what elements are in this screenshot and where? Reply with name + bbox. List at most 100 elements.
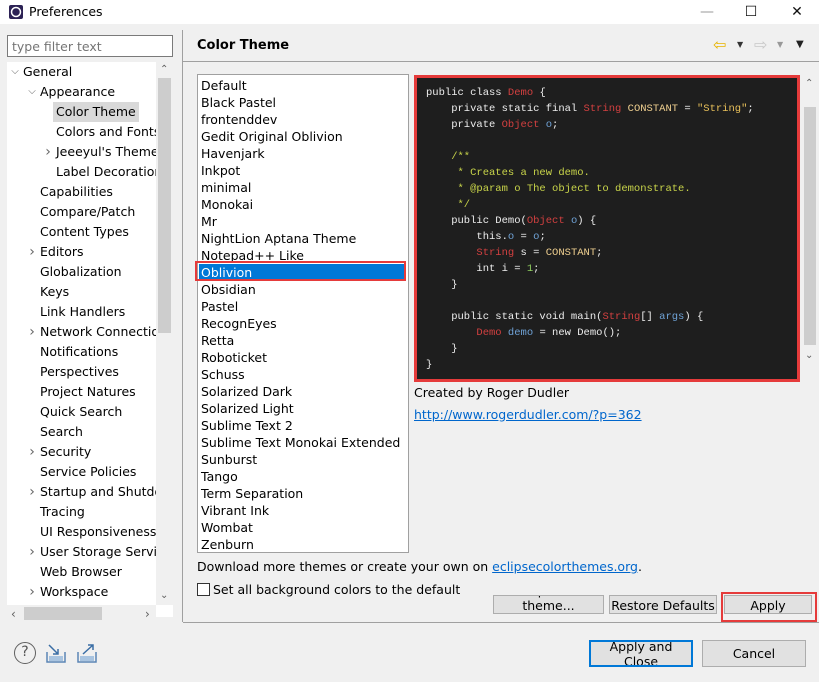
chevron-right-icon[interactable]: › xyxy=(42,142,54,162)
tree-item[interactable]: Workspace xyxy=(40,582,108,602)
theme-list-item[interactable]: Black Pastel xyxy=(201,94,276,111)
eclipsecolorthemes-link[interactable]: eclipsecolorthemes.org xyxy=(492,559,638,574)
code-line: this.o = o; xyxy=(426,229,754,245)
tree-item[interactable]: Quick Search xyxy=(40,402,122,422)
minimize-button[interactable]: — xyxy=(685,0,729,24)
theme-list-item[interactable]: Term Separation xyxy=(201,485,303,502)
tree-item[interactable]: Jeeeyul's Themes xyxy=(56,142,165,162)
bg-default-option[interactable]: Set all background colors to the default xyxy=(197,582,460,597)
tree-item[interactable]: Notifications xyxy=(40,342,118,362)
import-theme-button[interactable]: Import a theme... xyxy=(493,595,604,614)
restore-defaults-button[interactable]: Restore Defaults xyxy=(609,595,717,614)
code-token: args xyxy=(659,311,685,323)
theme-list-item[interactable]: Solarized Light xyxy=(201,400,294,417)
theme-list-item[interactable]: Sunburst xyxy=(201,451,257,468)
preview-scroll-up-icon[interactable]: ⌃ xyxy=(805,78,813,89)
scroll-left-icon[interactable]: ‹ xyxy=(11,607,16,621)
tree-item[interactable]: Search xyxy=(40,422,83,442)
theme-list-item[interactable]: Wombat xyxy=(201,519,253,536)
theme-list-item[interactable]: Zenburn xyxy=(201,536,254,552)
theme-list[interactable]: Default Black Pastel frontenddev Gedit Orig… xyxy=(197,74,409,553)
forward-dropdown-icon[interactable]: ▼ xyxy=(777,40,783,49)
theme-list-item[interactable]: Oblivion xyxy=(199,264,405,281)
chevron-right-icon[interactable]: › xyxy=(26,482,38,502)
theme-list-item[interactable]: Vibrant Ink xyxy=(201,502,269,519)
import-preferences-icon[interactable] xyxy=(45,642,67,664)
maximize-button[interactable]: ☐ xyxy=(729,0,773,24)
tree-item[interactable]: Service Policies xyxy=(40,462,136,482)
theme-list-item[interactable]: Obsidian xyxy=(201,281,256,298)
help-icon[interactable]: ? xyxy=(14,642,36,664)
tree-item[interactable]: Color Theme xyxy=(53,102,139,122)
chevron-right-icon[interactable]: › xyxy=(26,242,38,262)
tree-item[interactable]: Label Decorations xyxy=(56,162,169,182)
back-arrow-icon[interactable]: ⇦ xyxy=(713,35,726,54)
theme-list-item[interactable]: Roboticket xyxy=(201,349,267,366)
tree-item[interactable]: UI Responsiveness xyxy=(40,522,156,542)
scroll-up-icon[interactable]: ⌃ xyxy=(160,64,168,75)
theme-list-item[interactable]: Schuss xyxy=(201,366,245,383)
scroll-right-icon[interactable]: › xyxy=(145,607,150,621)
chevron-down-icon[interactable]: ⌵ xyxy=(9,62,21,82)
theme-list-item[interactable]: Monokai xyxy=(201,196,253,213)
theme-list-item[interactable]: minimal xyxy=(201,179,251,196)
preview-scroll-thumb[interactable] xyxy=(804,107,816,345)
chevron-right-icon[interactable]: › xyxy=(26,322,38,342)
tree-item[interactable]: Content Types xyxy=(40,222,129,242)
tree-item[interactable]: Globalization xyxy=(40,262,122,282)
tree-item[interactable]: General xyxy=(23,62,72,82)
theme-list-item[interactable]: Notepad++ Like xyxy=(201,247,304,264)
tree-item[interactable]: Capabilities xyxy=(40,182,113,202)
theme-list-item[interactable]: Pastel xyxy=(201,298,238,315)
tree-vertical-scroll-thumb[interactable] xyxy=(158,78,171,333)
tree-item[interactable]: User Storage Service xyxy=(40,542,172,562)
theme-list-item[interactable]: Default xyxy=(201,77,247,94)
author-link[interactable]: http://www.rogerdudler.com/?p=362 xyxy=(414,407,642,422)
tree-item[interactable]: Compare/Patch xyxy=(40,202,135,222)
tree-horizontal-scroll-thumb[interactable] xyxy=(24,607,102,620)
chevron-down-icon[interactable]: ⌵ xyxy=(26,82,38,102)
preview-scroll-down-icon[interactable]: ⌄ xyxy=(805,350,813,361)
tree-item[interactable]: Link Handlers xyxy=(40,302,125,322)
tree-item[interactable]: Appearance xyxy=(40,82,115,102)
theme-list-item[interactable]: Retta xyxy=(201,332,234,349)
theme-list-item[interactable]: Inkpot xyxy=(201,162,240,179)
tree-item[interactable]: Network Connections xyxy=(40,322,173,342)
theme-list-item[interactable]: Sublime Text 2 xyxy=(201,417,293,434)
tree-item[interactable]: Editors xyxy=(40,242,84,262)
theme-list-item[interactable]: Mr xyxy=(201,213,217,230)
theme-list-item[interactable]: Havenjark xyxy=(201,145,265,162)
pane-divider[interactable] xyxy=(182,30,183,622)
export-preferences-icon[interactable] xyxy=(76,642,98,664)
theme-list-item[interactable]: frontenddev xyxy=(201,111,277,128)
back-dropdown-icon[interactable]: ▼ xyxy=(737,40,743,49)
theme-list-item[interactable]: Sublime Text Monokai Extended xyxy=(201,434,400,451)
theme-list-item[interactable]: RecognEyes xyxy=(201,315,277,332)
tree-item[interactable]: Web Browser xyxy=(40,562,122,582)
tree-item[interactable]: Security xyxy=(40,442,91,462)
close-button[interactable]: ✕ xyxy=(775,0,819,24)
chevron-right-icon[interactable]: › xyxy=(26,542,38,562)
preview-code: public class Demo { private static final… xyxy=(426,85,754,373)
theme-list-item[interactable]: NightLion Aptana Theme xyxy=(201,230,356,247)
chevron-right-icon[interactable]: › xyxy=(26,442,38,462)
forward-arrow-icon[interactable]: ⇨ xyxy=(754,35,767,54)
filter-input[interactable] xyxy=(7,35,173,57)
theme-list-item[interactable]: Solarized Dark xyxy=(201,383,292,400)
code-line: } xyxy=(426,357,754,373)
tree-item[interactable]: Keys xyxy=(40,282,69,302)
theme-list-item[interactable]: Tango xyxy=(201,468,238,485)
apply-and-close-button[interactable]: Apply and Close xyxy=(589,640,693,667)
tree-item[interactable]: Startup and Shutdown xyxy=(40,482,173,502)
tree-item[interactable]: Project Natures xyxy=(40,382,136,402)
chevron-right-icon[interactable]: › xyxy=(26,582,38,602)
apply-button[interactable]: Apply xyxy=(724,595,812,614)
tree-item[interactable]: Tracing xyxy=(40,502,85,522)
cancel-button[interactable]: Cancel xyxy=(702,640,806,667)
theme-list-item[interactable]: Gedit Original Oblivion xyxy=(201,128,343,145)
view-menu-icon[interactable]: ▼ xyxy=(796,39,804,50)
bg-default-checkbox[interactable] xyxy=(197,583,210,596)
tree-item[interactable]: Perspectives xyxy=(40,362,119,382)
tree-item[interactable]: Colors and Fonts xyxy=(56,122,160,142)
scroll-down-icon[interactable]: ⌄ xyxy=(160,590,168,601)
